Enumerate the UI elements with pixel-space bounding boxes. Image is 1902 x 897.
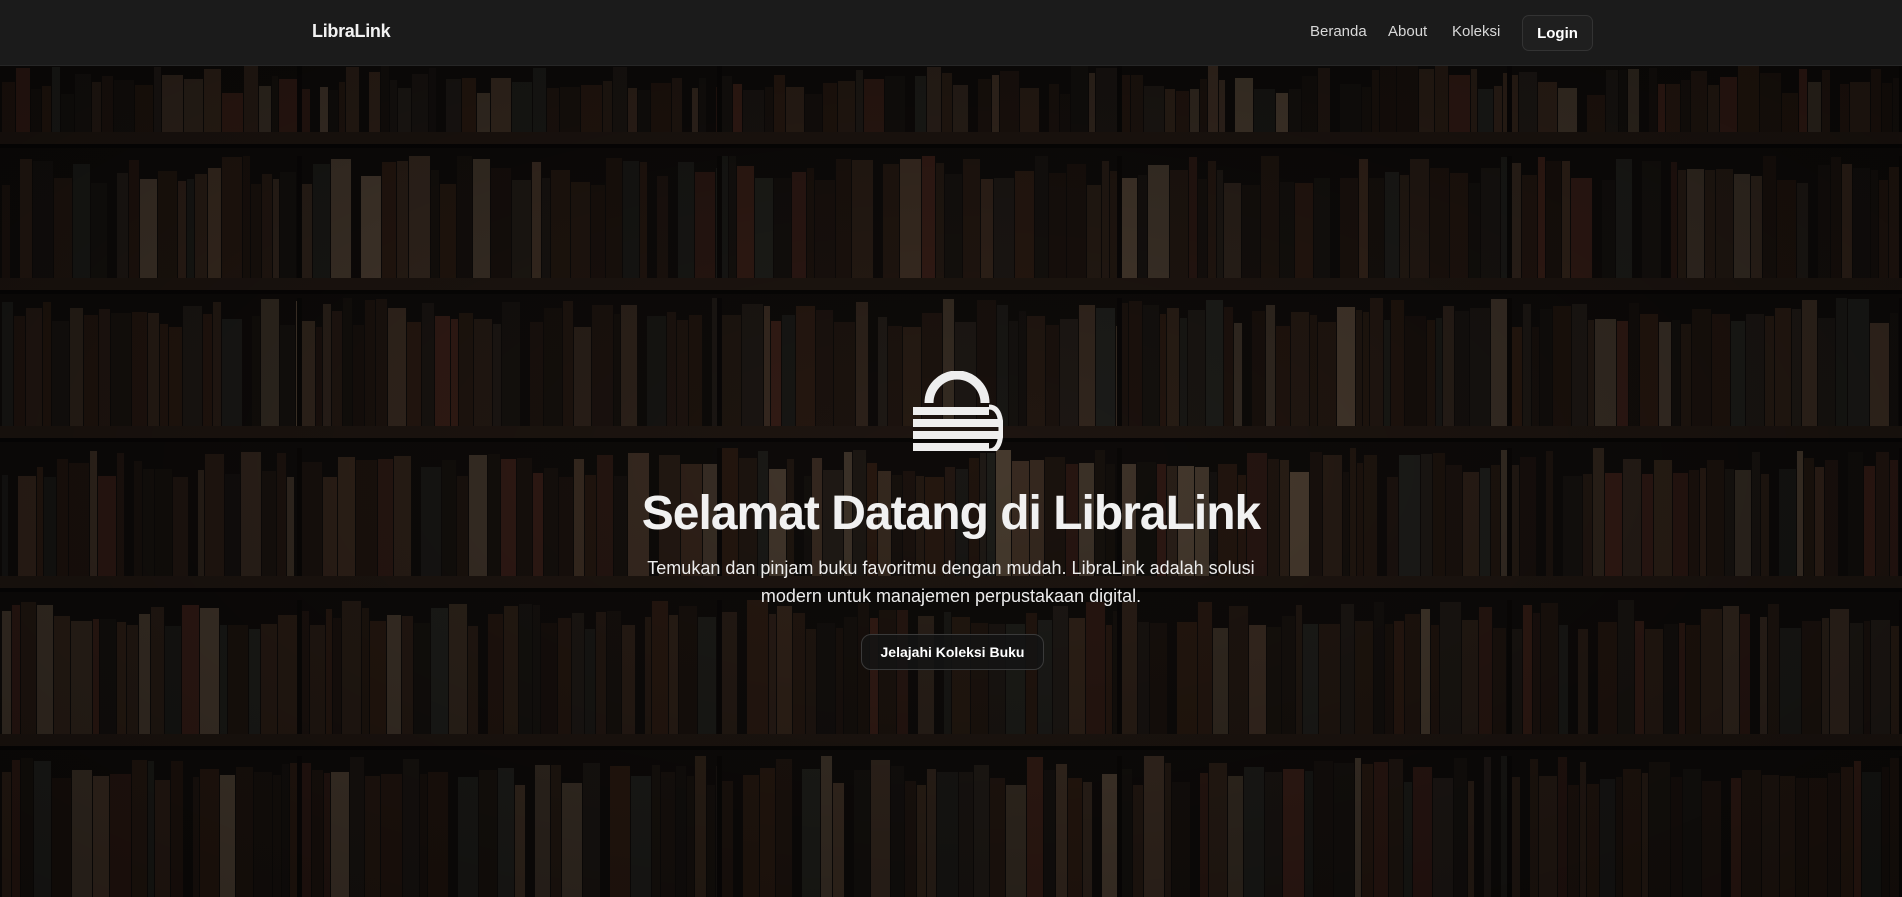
hero-subtitle: Temukan dan pinjam buku favoritmu dengan… <box>626 554 1276 610</box>
hero-subtitle-line-2: modern untuk manajemen perpustakaan digi… <box>760 586 1142 606</box>
hero-content: Selamat Datang di LibraLink Temukan dan … <box>0 66 1902 897</box>
page: LibraLink Beranda About Koleksi Login Se… <box>0 0 1902 897</box>
nav-link-koleksi[interactable]: Koleksi <box>1452 23 1500 40</box>
nav-link-about[interactable]: About <box>1388 23 1427 40</box>
explore-collection-button[interactable]: Jelajahi Koleksi Buku <box>861 634 1044 670</box>
login-button[interactable]: Login <box>1522 15 1593 51</box>
navbar: LibraLink Beranda About Koleksi Login <box>0 0 1902 66</box>
nav-link-beranda[interactable]: Beranda <box>1310 23 1367 40</box>
library-logo-icon <box>913 371 1003 451</box>
hero-section: Selamat Datang di LibraLink Temukan dan … <box>0 66 1902 897</box>
hero-subtitle-line-1: Temukan dan pinjam buku favoritmu dengan… <box>647 558 1255 578</box>
brand-logo[interactable]: LibraLink <box>312 21 391 42</box>
hero-title: Selamat Datang di LibraLink <box>641 487 1261 540</box>
